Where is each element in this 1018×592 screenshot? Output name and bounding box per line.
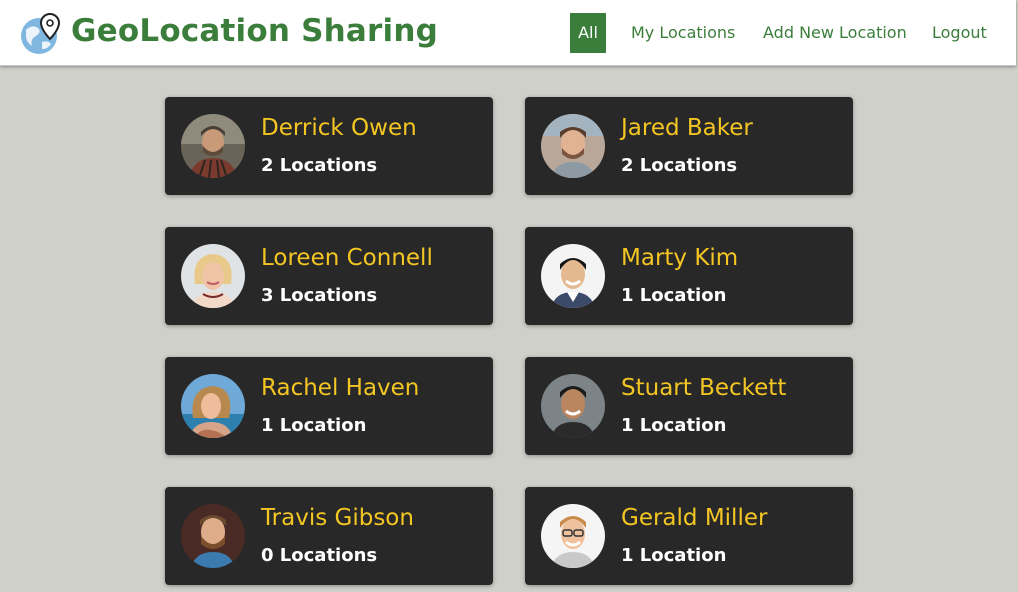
avatar — [181, 244, 245, 308]
top-header: GeoLocation Sharing All My Locations Add… — [0, 0, 1016, 66]
nav-my-locations[interactable]: My Locations — [631, 13, 735, 53]
avatar — [181, 114, 245, 178]
globe-pin-icon[interactable] — [20, 12, 62, 56]
nav-logout[interactable]: Logout — [932, 13, 987, 53]
location-count: 3 Locations — [261, 285, 378, 306]
user-name[interactable]: Travis Gibson — [261, 505, 414, 531]
user-card[interactable]: Marty Kim 1 Location — [525, 227, 853, 325]
user-name[interactable]: Loreen Connell — [261, 245, 433, 271]
user-card[interactable]: Travis Gibson 0 Locations — [165, 487, 493, 585]
location-count: 1 Location — [261, 415, 367, 436]
nav-add-new-location[interactable]: Add New Location — [763, 13, 907, 53]
user-card[interactable]: Derrick Owen 2 Locations — [165, 97, 493, 195]
user-card[interactable]: Loreen Connell 3 Locations — [165, 227, 493, 325]
avatar — [181, 374, 245, 438]
nav-all[interactable]: All — [570, 13, 606, 53]
location-count: 1 Location — [621, 285, 727, 306]
avatar — [541, 374, 605, 438]
location-count: 1 Location — [621, 545, 727, 566]
avatar — [181, 504, 245, 568]
user-name[interactable]: Marty Kim — [621, 245, 738, 271]
avatar — [541, 114, 605, 178]
user-card[interactable]: Gerald Miller 1 Location — [525, 487, 853, 585]
user-name[interactable]: Stuart Beckett — [621, 375, 786, 401]
user-card[interactable]: Stuart Beckett 1 Location — [525, 357, 853, 455]
user-name[interactable]: Derrick Owen — [261, 115, 417, 141]
location-count: 0 Locations — [261, 545, 378, 566]
user-card[interactable]: Rachel Haven 1 Location — [165, 357, 493, 455]
app-title[interactable]: GeoLocation Sharing — [71, 13, 438, 49]
user-name[interactable]: Rachel Haven — [261, 375, 419, 401]
avatar — [541, 504, 605, 568]
location-count: 2 Locations — [621, 155, 738, 176]
avatar — [541, 244, 605, 308]
location-count: 1 Location — [621, 415, 727, 436]
user-name[interactable]: Gerald Miller — [621, 505, 767, 531]
user-name[interactable]: Jared Baker — [621, 115, 753, 141]
user-card[interactable]: Jared Baker 2 Locations — [525, 97, 853, 195]
location-count: 2 Locations — [261, 155, 378, 176]
